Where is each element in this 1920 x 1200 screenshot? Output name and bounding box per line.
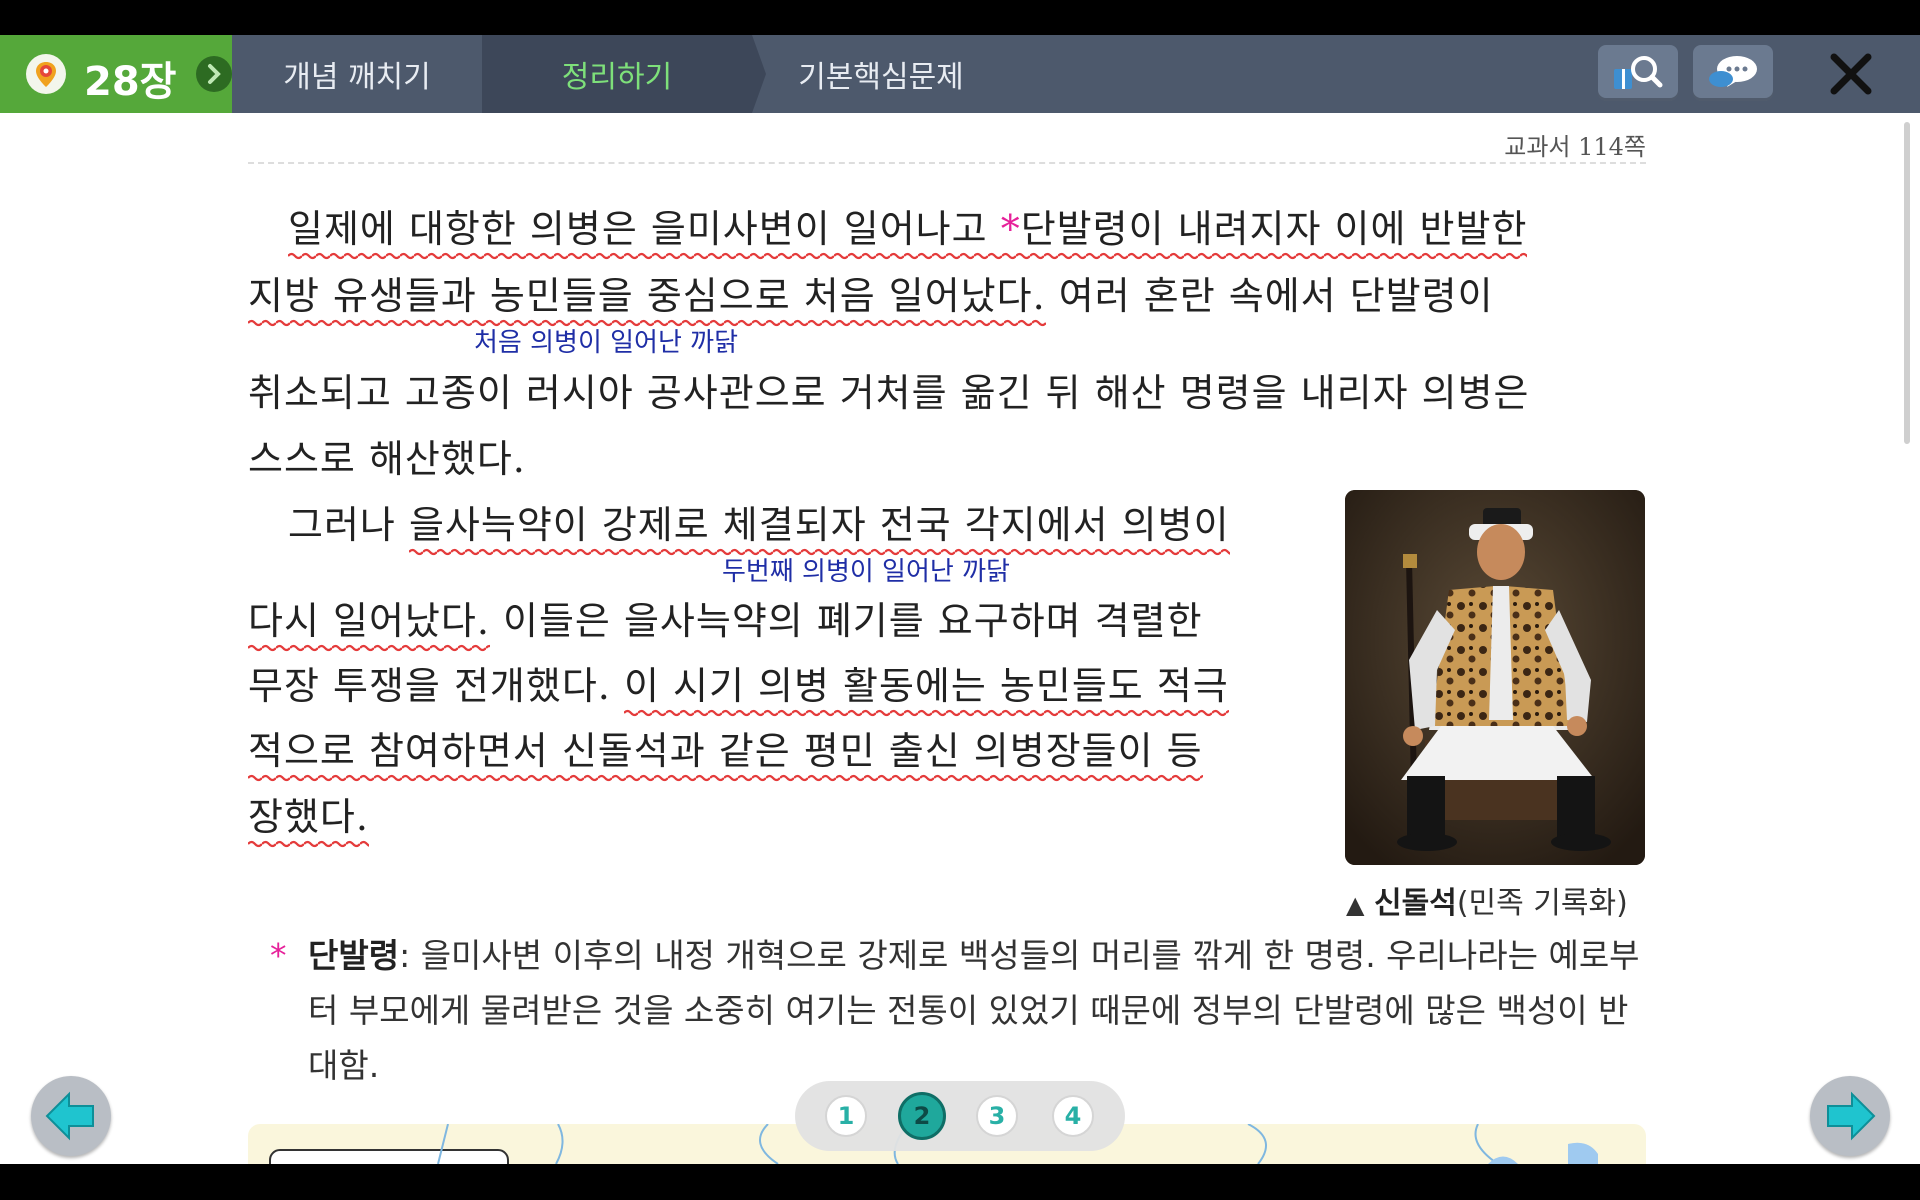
footnote-marker[interactable]: * <box>1001 207 1021 251</box>
portrait-illustration[interactable] <box>1345 490 1645 865</box>
tab-label: 기본핵심문제 <box>798 60 964 95</box>
scrollbar-thumb[interactable] <box>1904 122 1910 444</box>
paragraph-line: 장했다. <box>248 786 369 848</box>
arrow-right-icon <box>1827 1091 1876 1141</box>
tab-label: 개념 깨치기 <box>283 60 431 95</box>
handwritten-note: 두번째 의병이 일어난 까닭 <box>722 557 1010 587</box>
chevron-right-icon[interactable] <box>196 56 232 92</box>
close-icon[interactable] <box>1826 49 1876 99</box>
next-page-button[interactable] <box>1810 1076 1890 1156</box>
paragraph-line: 지방 유생들과 농민들을 중심으로 처음 일어났다. 여러 혼란 속에서 단발령… <box>248 265 1494 327</box>
tab-summary[interactable]: 정리하기 <box>482 35 752 113</box>
tab-divider <box>752 35 766 113</box>
triangle-icon: ▲ <box>1346 891 1365 919</box>
underlined-text: 을사늑약이 강제로 체결되자 전국 각지에서 의병이 <box>408 503 1230 556</box>
paragraph-line: 무장 투쟁을 전개했다. 이 시기 의병 활동에는 농민들도 적극 <box>248 655 1229 717</box>
underlined-text: 적으로 참여하면서 신돌석과 같은 평민 출신 의병장들이 등 <box>248 729 1203 782</box>
underlined-text: 장했다. <box>248 795 369 848</box>
textbook-viewer: 28장 개념 깨치기 정리하기 기본핵심문제 교과서 114쪽 일제에 대항한 … <box>0 0 1920 1200</box>
chat-bubble-icon <box>1709 56 1757 87</box>
page-button-1[interactable]: 1 <box>825 1095 867 1137</box>
paragraph-line: 적으로 참여하면서 신돌석과 같은 평민 출신 의병장들이 등 <box>248 720 1203 782</box>
arrow-left-icon <box>45 1091 94 1141</box>
underlined-text: 지방 유생들과 농민들을 중심으로 처음 일어났다. <box>248 274 1046 327</box>
page-button-3[interactable]: 3 <box>976 1095 1018 1137</box>
chapter-indicator[interactable]: 28장 <box>0 35 232 113</box>
paragraph-line: 일제에 대항한 의병은 을미사변이 일어나고 *단발령이 내려지자 이에 반발한 <box>288 198 1528 260</box>
footnote: * 단발령: 을미사변 이후의 내정 개혁으로 강제로 백성들의 머리를 깎게 … <box>270 928 1650 1093</box>
tab-core-problems[interactable]: 기본핵심문제 <box>766 35 996 113</box>
underlined-text: 다시 일어났다. <box>248 599 490 652</box>
underlined-text: 일제에 대항한 의병은 을미사변이 일어나고 *단발령이 내려지자 이에 반발한 <box>288 207 1528 260</box>
paragraph-line: 그러나 을사늑약이 강제로 체결되자 전국 각지에서 의병이 <box>288 494 1230 556</box>
book-search-icon <box>1614 56 1663 89</box>
map-pin-icon <box>26 54 66 94</box>
tab-concept[interactable]: 개념 깨치기 <box>232 35 482 113</box>
bottom-black-bar <box>0 1164 1920 1200</box>
page-button-2[interactable]: 2 <box>898 1092 946 1140</box>
chat-button[interactable] <box>1693 45 1773 101</box>
divider <box>248 162 1646 164</box>
underlined-text: 이 시기 의병 활동에는 농민들도 적극 <box>623 664 1229 717</box>
tab-label: 정리하기 <box>561 60 673 95</box>
paragraph-line: 다시 일어났다. 이들은 을사늑약의 폐기를 요구하며 격렬한 <box>248 590 1203 652</box>
handwritten-note: 처음 의병이 일어난 까닭 <box>474 328 738 358</box>
footnote-text: 단발령: 을미사변 이후의 내정 개혁으로 강제로 백성들의 머리를 깎게 한 … <box>308 936 1640 1085</box>
previous-page-button[interactable] <box>31 1076 111 1156</box>
status-bar-area <box>0 0 1920 35</box>
image-caption: ▲ 신돌석(민족 기록화) <box>1346 878 1628 922</box>
footnote-term: 단발령 <box>308 936 400 975</box>
search-button[interactable] <box>1598 45 1678 101</box>
paragraph-line: 취소되고 고종이 러시아 공사관으로 거처를 옮긴 뒤 해산 명령을 내리자 의… <box>248 371 1530 415</box>
page-button-4[interactable]: 4 <box>1052 1095 1094 1137</box>
page-selector: 1 2 3 4 <box>795 1081 1125 1151</box>
top-navigation-bar: 28장 개념 깨치기 정리하기 기본핵심문제 <box>0 35 1920 113</box>
textbook-page-reference: 교과서 114쪽 <box>1504 133 1646 161</box>
caption-name: 신돌석 <box>1374 886 1457 921</box>
chapter-number: 28장 <box>84 59 177 105</box>
footnote-marker: * <box>270 936 287 975</box>
caption-description: (민족 기록화) <box>1456 886 1628 921</box>
paragraph-line: 스스로 해산했다. <box>248 437 526 481</box>
